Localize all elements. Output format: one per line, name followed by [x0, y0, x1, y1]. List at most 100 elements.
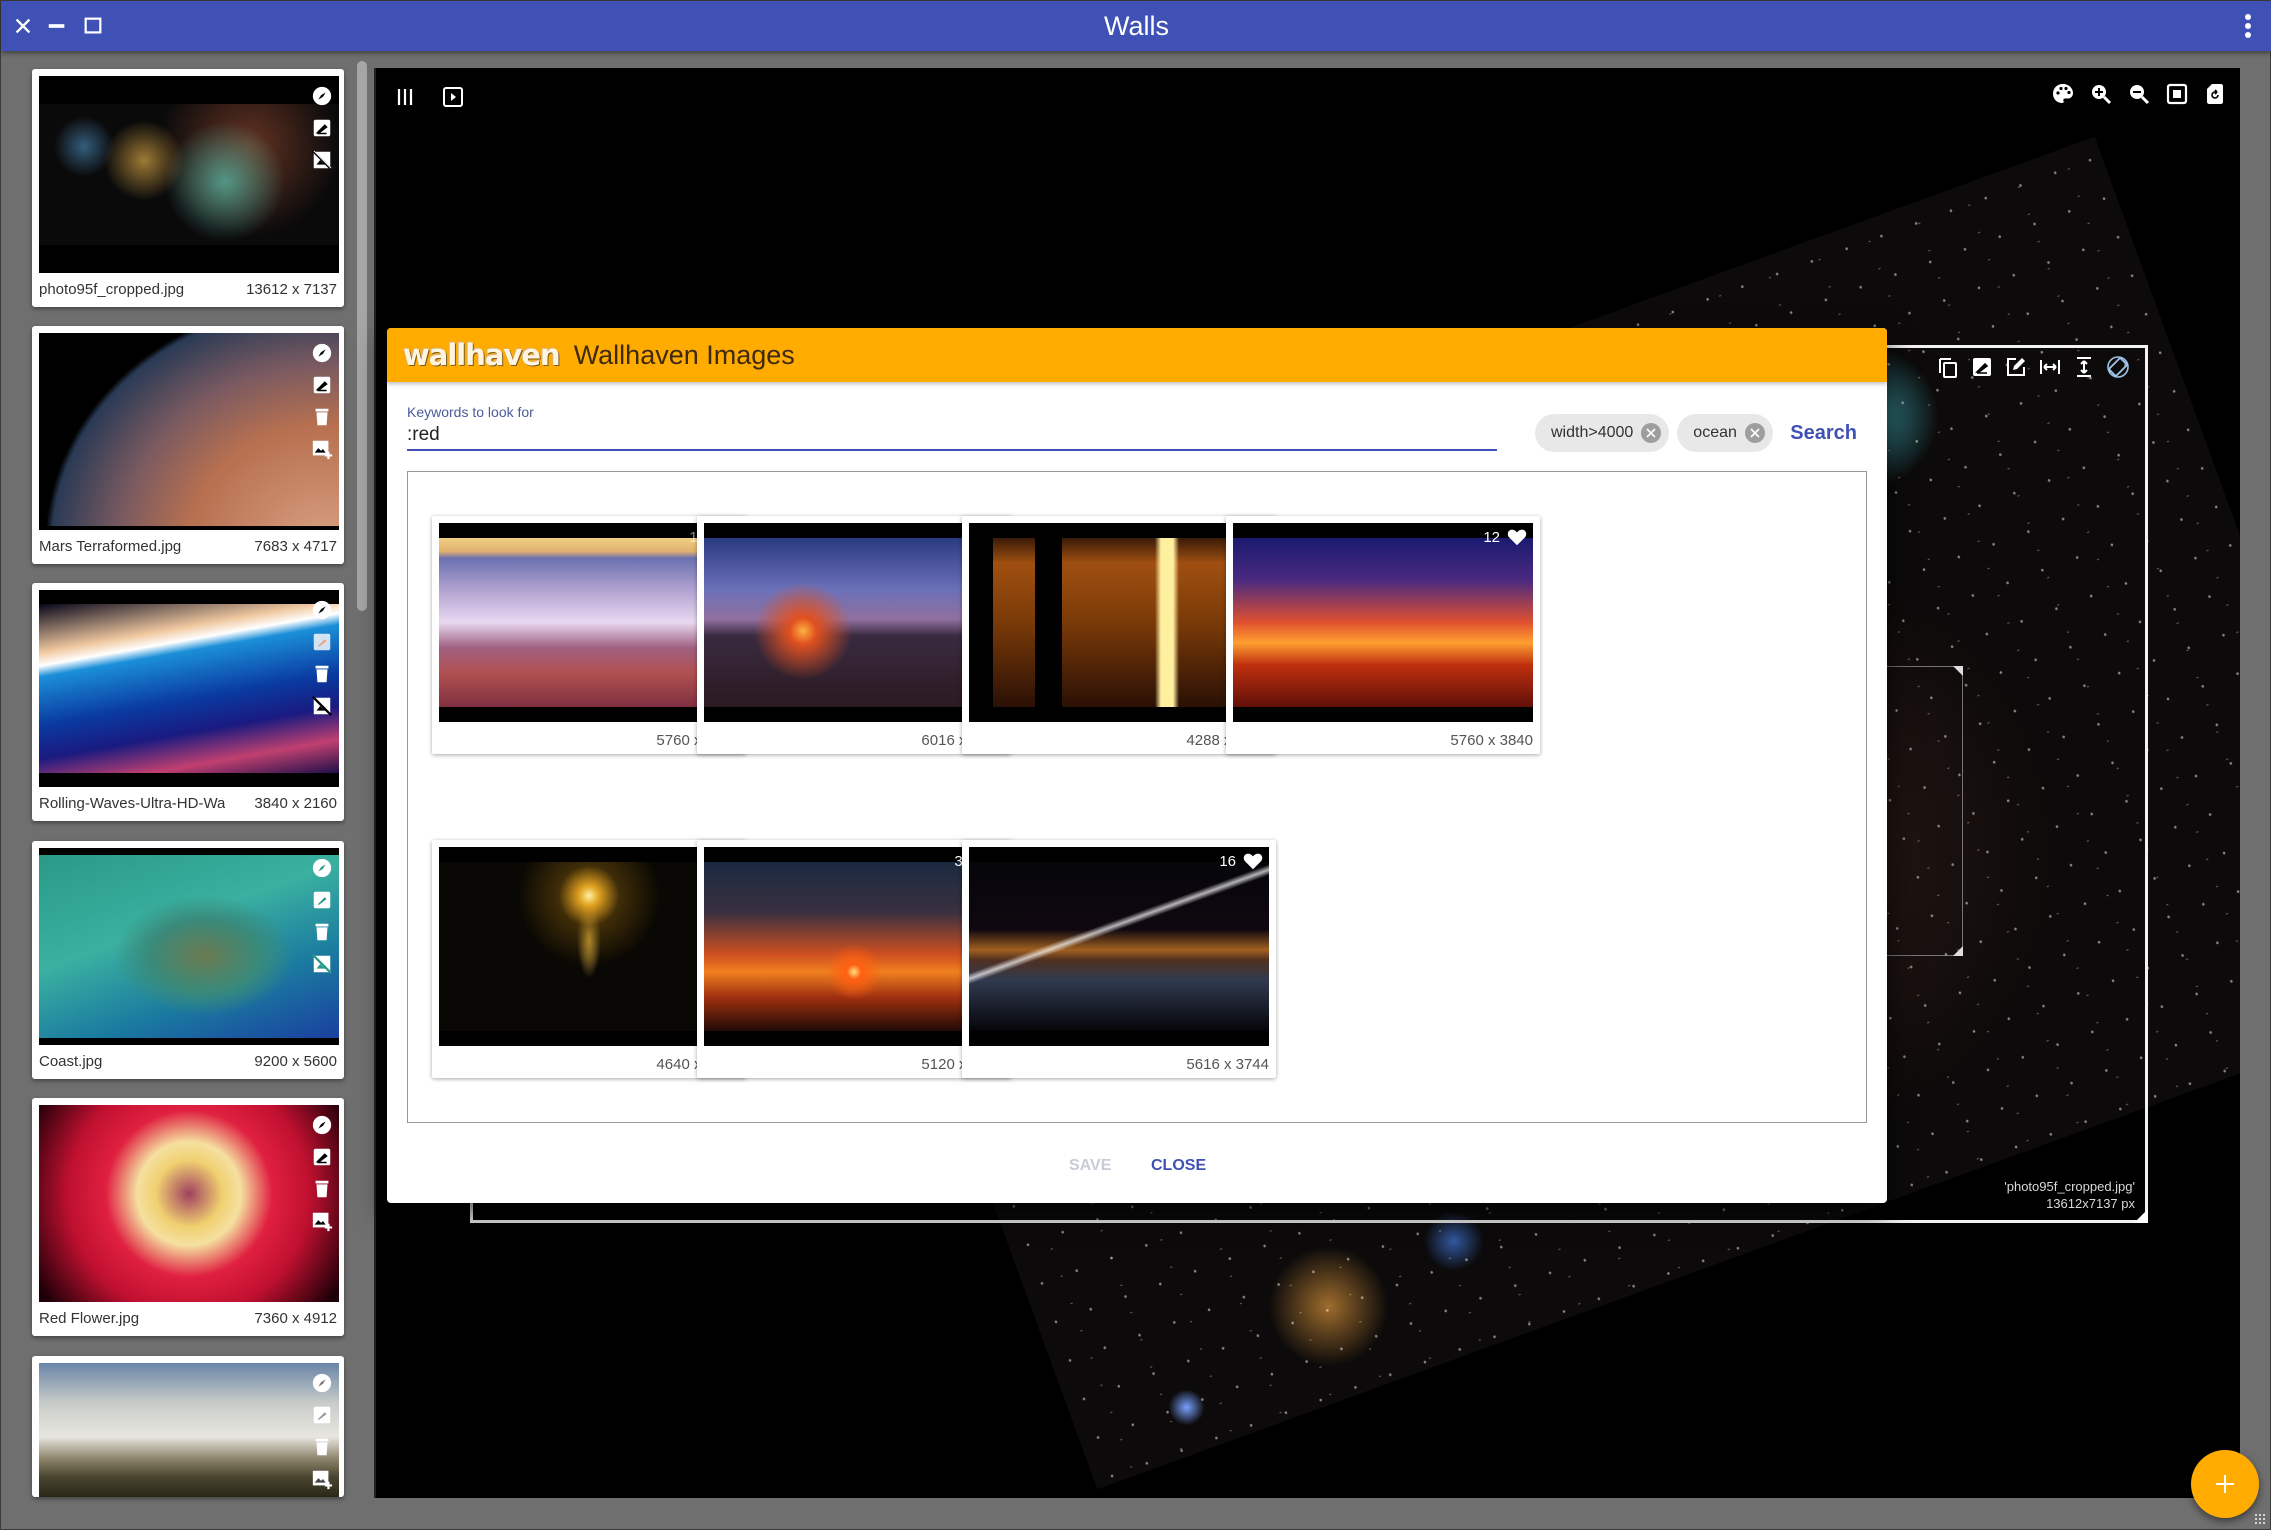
wallhaven-logo: wallhaven: [403, 338, 561, 372]
hide-image-icon: [312, 954, 332, 974]
resize-grip[interactable]: [2254, 1513, 2266, 1525]
delete-wallpaper-button[interactable]: [311, 1178, 333, 1200]
favorite-button[interactable]: 12: [1483, 526, 1528, 548]
search-button[interactable]: Search: [1790, 414, 1857, 452]
edit-button[interactable]: [2003, 354, 2029, 380]
wallpaper-card[interactable]: Mars Terraformed.jpg 7683 x 4717: [32, 326, 344, 564]
close-icon: [1750, 428, 1760, 438]
wallpaper-card[interactable]: Coast.jpg 9200 x 5600: [32, 841, 344, 1079]
wallpaper-card[interactable]: photo95f_cropped.jpg 13612 x 7137: [32, 69, 344, 307]
result-thumbnail[interactable]: [969, 523, 1269, 722]
fit-height-icon: [2077, 357, 2091, 377]
frame-info: 'photo95f_cropped.jpg' 13612x7137 px: [2004, 1178, 2135, 1212]
add-wallpaper-button[interactable]: [311, 438, 333, 460]
dialog-header: wallhaven Wallhaven Images: [387, 328, 1887, 382]
wallpaper-card[interactable]: [32, 1356, 344, 1497]
set-wallpaper-button[interactable]: [311, 1114, 333, 1136]
set-wallpaper-button[interactable]: [311, 1372, 333, 1394]
result-thumbnail[interactable]: [1233, 523, 1533, 722]
result-thumbnail[interactable]: [439, 847, 739, 1046]
columns-button[interactable]: [392, 84, 418, 110]
compass-icon: [312, 343, 332, 363]
wallpaper-name: Red Flower.jpg: [39, 1309, 140, 1327]
set-wallpaper-button[interactable]: [311, 85, 333, 107]
wallpaper-card[interactable]: Red Flower.jpg 7360 x 4912: [32, 1098, 344, 1336]
delete-wallpaper-button[interactable]: [311, 406, 333, 428]
fit-screen-button[interactable]: [2164, 81, 2190, 107]
add-wallpaper-fab[interactable]: [2191, 1450, 2259, 1518]
zoom-in-button[interactable]: [2088, 81, 2114, 107]
card-actions: [311, 599, 335, 717]
zoom-out-button[interactable]: [2126, 81, 2152, 107]
save-button[interactable]: SAVE: [1069, 1157, 1111, 1175]
fit-height-button[interactable]: [2071, 354, 2097, 380]
wallpaper-thumbnail[interactable]: [39, 848, 339, 1045]
rotate-screen-button[interactable]: [2105, 354, 2131, 380]
chip-remove-button[interactable]: [1744, 423, 1765, 443]
delete-wallpaper-button[interactable]: [311, 663, 333, 685]
edit-wallpaper-button[interactable]: [311, 374, 333, 396]
wallpaper-name: Coast.jpg: [39, 1052, 103, 1070]
wallpaper-card[interactable]: Rolling-Waves-Ultra-HD-Wa 3840 x 2160: [32, 583, 344, 821]
result-thumbnail[interactable]: [439, 523, 739, 722]
copy-button[interactable]: [1935, 354, 1961, 380]
close-button[interactable]: CLOSE: [1151, 1157, 1206, 1175]
slideshow-button[interactable]: [440, 84, 466, 110]
card-actions: [311, 1372, 335, 1490]
result-thumbnail[interactable]: [704, 847, 1004, 1046]
result-resolution: 5760 x 3840: [1450, 732, 1533, 749]
search-row: Keywords to look for width>4000 ocean Se…: [407, 404, 1867, 466]
edit-wallpaper-button[interactable]: [311, 889, 333, 911]
result-thumbnail[interactable]: [704, 523, 1004, 722]
title-bar: Walls: [1, 1, 2271, 51]
edit-image-icon: [313, 119, 331, 137]
delete-icon: [315, 1180, 329, 1198]
chip-remove-button[interactable]: [1641, 423, 1662, 443]
wallpaper-caption: Rolling-Waves-Ultra-HD-Wa 3840 x 2160: [39, 792, 337, 814]
result-thumbnail[interactable]: [969, 847, 1269, 1046]
edit-wallpaper-button[interactable]: [311, 631, 333, 653]
delete-wallpaper-button[interactable]: [311, 1436, 333, 1458]
wallpaper-thumbnail[interactable]: [39, 1105, 339, 1302]
reset-button[interactable]: [2202, 81, 2228, 107]
wallpaper-thumbnail[interactable]: [39, 1363, 339, 1497]
set-wallpaper-button[interactable]: [311, 599, 333, 621]
wallpaper-resolution: 7683 x 4717: [254, 537, 337, 555]
more-menu-button[interactable]: [2238, 11, 2258, 41]
stage-toolbar-right: [2050, 81, 2228, 107]
wallpaper-thumbnail[interactable]: [39, 590, 339, 787]
hide-wallpaper-button[interactable]: [311, 149, 333, 171]
add-image-icon: [312, 1212, 333, 1232]
favorites-count: 16: [1219, 852, 1236, 870]
wallpaper-list: photo95f_cropped.jpg 13612 x 7137 Mars T…: [1, 51, 373, 1530]
filter-chip[interactable]: width>4000: [1535, 414, 1670, 452]
hide-wallpaper-button[interactable]: [311, 953, 333, 975]
wallpaper-name: Mars Terraformed.jpg: [39, 537, 182, 555]
zoom-out-icon: [2130, 85, 2150, 105]
sidebar-scrollbar[interactable]: [357, 61, 367, 611]
favorite-button[interactable]: 16: [1219, 850, 1264, 872]
wallhaven-dialog: wallhaven Wallhaven Images Keywords to l…: [387, 328, 1887, 1203]
keywords-input[interactable]: [407, 421, 1497, 451]
delete-wallpaper-button[interactable]: [311, 921, 333, 943]
result-card[interactable]: 12 5760 x 3840: [1226, 516, 1540, 754]
add-wallpaper-button[interactable]: [311, 1210, 333, 1232]
result-card[interactable]: 16 5616 x 3744: [962, 840, 1276, 1078]
wallpaper-thumbnail[interactable]: [39, 333, 339, 530]
filter-chip[interactable]: ocean: [1677, 414, 1773, 452]
compass-icon: [312, 858, 332, 878]
favorites-count: 12: [1483, 528, 1500, 546]
edit-wallpaper-button[interactable]: [311, 1146, 333, 1168]
hide-wallpaper-button[interactable]: [311, 695, 333, 717]
add-wallpaper-button[interactable]: [311, 1468, 333, 1490]
edit-wallpaper-button[interactable]: [311, 117, 333, 139]
fit-width-button[interactable]: [2037, 354, 2063, 380]
wallpaper-resolution: 13612 x 7137: [246, 280, 337, 298]
set-wallpaper-button[interactable]: [311, 342, 333, 364]
edit-wallpaper-button[interactable]: [311, 1404, 333, 1426]
wallpaper-thumbnail[interactable]: [39, 76, 339, 273]
set-wallpaper-button[interactable]: [311, 857, 333, 879]
palette-button[interactable]: [2050, 81, 2076, 107]
edit-image-button[interactable]: [1969, 354, 1995, 380]
add-image-icon: [312, 1470, 333, 1490]
